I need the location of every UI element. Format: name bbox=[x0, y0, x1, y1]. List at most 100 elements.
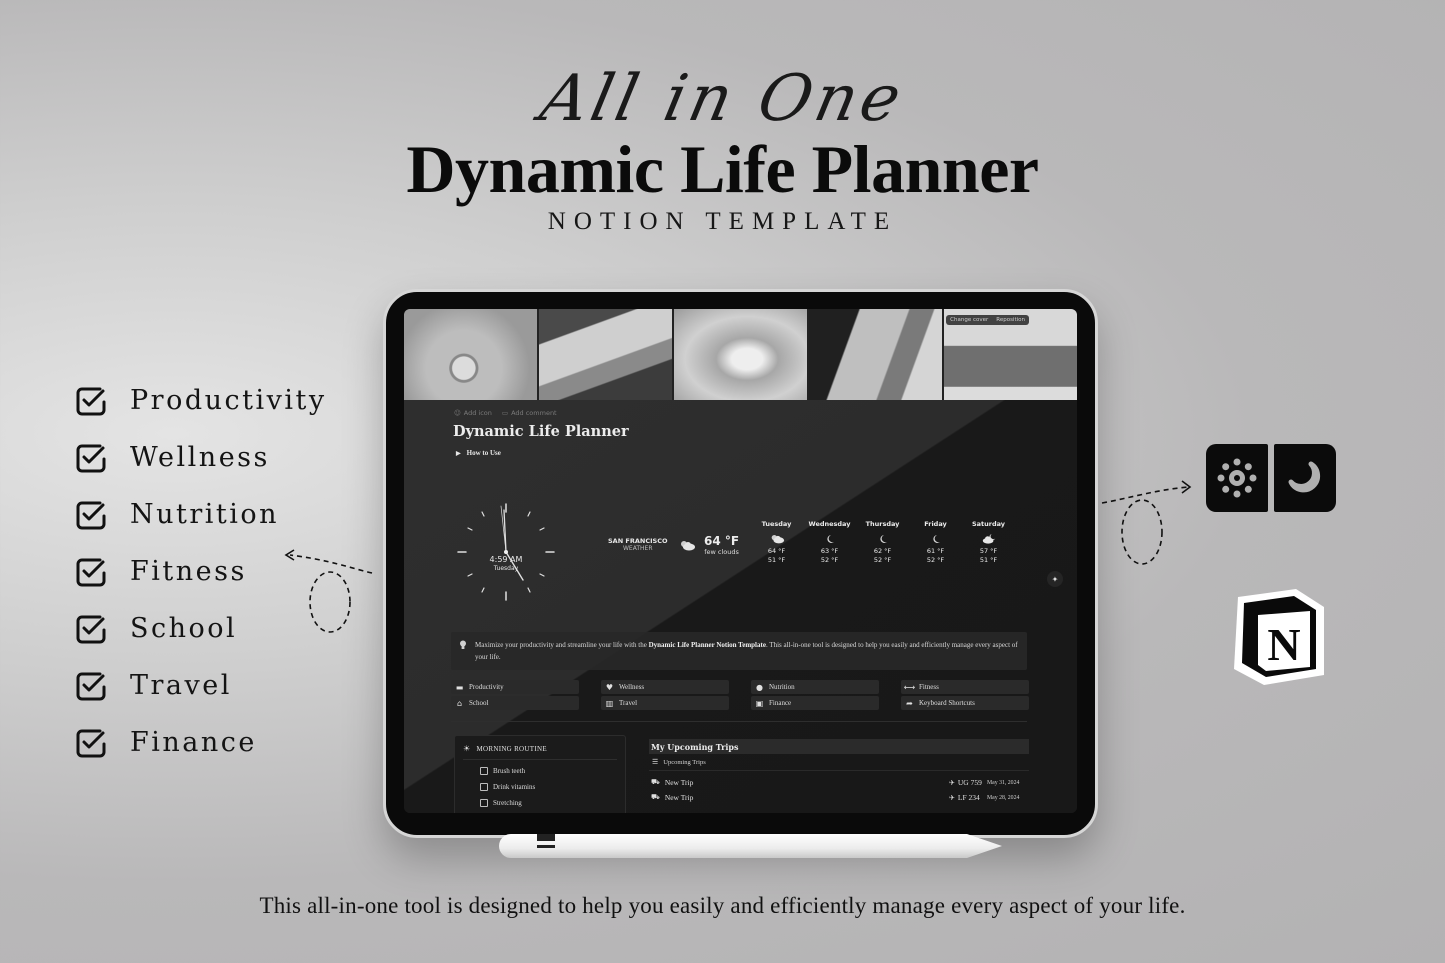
add-comment-button[interactable]: ▭ Add comment bbox=[502, 409, 557, 417]
callout-text: Maximize your productivity and streamlin… bbox=[475, 639, 1019, 663]
add-icon-button[interactable]: ☺ Add icon bbox=[454, 409, 492, 417]
checkbox-checked-icon bbox=[76, 387, 106, 415]
feature-label: School bbox=[130, 613, 238, 644]
feature-item: Productivity bbox=[74, 372, 327, 429]
sun-icon bbox=[1217, 458, 1257, 498]
trips-view-tab[interactable]: ☰ Upcoming Trips bbox=[649, 754, 1029, 771]
dashed-arrow-right-icon bbox=[1101, 480, 1192, 565]
sun-icon: ☀ bbox=[463, 744, 471, 753]
checkbox-unchecked-icon[interactable] bbox=[480, 799, 488, 807]
cover-photo-flowers-coffee bbox=[404, 309, 537, 400]
nav-link-travel[interactable]: ▥ Travel bbox=[601, 696, 729, 710]
nav-link-productivity[interactable]: ▬ Productivity bbox=[451, 680, 579, 694]
intro-callout: Maximize your productivity and streamlin… bbox=[451, 632, 1027, 670]
nav-link-fitness[interactable]: ⟷ Fitness bbox=[901, 680, 1029, 694]
ai-sparkle-button[interactable]: ✦ bbox=[1047, 571, 1063, 587]
notion-logo-icon: N bbox=[1234, 589, 1324, 685]
routine-item[interactable]: Stretching bbox=[480, 795, 625, 811]
page-title: Dynamic Life Planner bbox=[453, 423, 629, 440]
moon-icon bbox=[826, 534, 834, 543]
forecast-day: Tuesday 64 °F 51 °F bbox=[750, 520, 803, 565]
routine-item[interactable]: Brush teeth bbox=[480, 763, 625, 779]
bus-icon: ⛟ bbox=[651, 793, 660, 801]
feature-label: Productivity bbox=[130, 385, 327, 416]
nav-link-keyboard-shortcuts[interactable]: ➦ Keyboard Shortcuts bbox=[901, 696, 1029, 710]
weather-location: SAN FRANCISCO WEATHER bbox=[608, 537, 668, 552]
forecast-low: 52 °F bbox=[820, 556, 839, 564]
routine-item-label: Stretching bbox=[493, 799, 522, 807]
trip-name: New Trip bbox=[664, 793, 694, 802]
forecast-high: 64 °F bbox=[767, 547, 786, 555]
checkbox-checked-icon bbox=[76, 501, 106, 529]
change-cover-button[interactable]: Change cover bbox=[946, 315, 992, 325]
graduation-cap-icon: ⌂ bbox=[456, 698, 463, 708]
checkbox-checked-icon bbox=[76, 444, 106, 472]
theme-toggle[interactable] bbox=[1206, 444, 1336, 512]
routine-checklist: Brush teeth Drink vitamins Stretching bbox=[455, 760, 625, 811]
forecast-day-name: Thursday bbox=[865, 520, 900, 528]
moon-icon bbox=[1288, 461, 1321, 493]
nav-label: School bbox=[469, 699, 489, 707]
reposition-button[interactable]: Reposition bbox=[992, 315, 1029, 325]
share-arrow-icon: ➦ bbox=[906, 698, 913, 708]
dark-mode-button[interactable] bbox=[1274, 444, 1336, 512]
dumbbell-icon: ⟷ bbox=[903, 682, 916, 692]
trip-row[interactable]: ⛟ New Trip ✈ UG 759 May 31, 2024 bbox=[649, 775, 1029, 790]
weather-label: WEATHER bbox=[623, 545, 653, 552]
feature-label: Finance bbox=[130, 727, 257, 758]
nav-link-finance[interactable]: ▣ Finance bbox=[751, 696, 879, 710]
nav-label: Wellness bbox=[619, 683, 645, 691]
nav-label: Travel bbox=[619, 699, 638, 707]
forecast-day: Thursday 62 °F 52 °F bbox=[856, 520, 909, 565]
forecast-high: 62 °F bbox=[873, 547, 892, 555]
triangle-right-icon: ▶ bbox=[456, 450, 461, 457]
callout-text-start: Maximize your productivity and streamlin… bbox=[475, 641, 649, 649]
checkbox-checked-icon bbox=[76, 672, 106, 700]
forecast-low: 52 °F bbox=[873, 556, 892, 564]
toggle-label: How to Use bbox=[466, 449, 501, 457]
trips-title: My Upcoming Trips bbox=[649, 739, 1029, 754]
forecast-day-name: Friday bbox=[924, 520, 947, 528]
section-nav-grid: ▬ Productivity ♥ Wellness ● Nutrition ⟷ Fitn… bbox=[451, 680, 1029, 710]
money-bill-icon: ▣ bbox=[755, 698, 764, 708]
forecast-high: 63 °F bbox=[820, 547, 839, 555]
cloudy-moon-icon bbox=[982, 534, 995, 544]
feature-item: Nutrition bbox=[74, 486, 327, 543]
trip-date: May 28, 2024 bbox=[987, 794, 1020, 801]
forecast-day-name: Saturday bbox=[971, 520, 1006, 528]
routine-item[interactable]: Drink vitamins bbox=[480, 779, 625, 795]
cover-controls: Change cover Reposition bbox=[946, 315, 1029, 325]
forecast-day: Saturday 57 °F 51 °F bbox=[962, 520, 1015, 565]
checkbox-unchecked-icon[interactable] bbox=[480, 767, 488, 775]
airplane-icon: ✈ bbox=[949, 778, 955, 787]
checkbox-unchecked-icon[interactable] bbox=[480, 783, 488, 791]
forecast-day-name: Wednesday bbox=[808, 520, 851, 528]
trip-flight: LF 234 bbox=[957, 793, 980, 802]
dashed-arrow-left-icon bbox=[284, 549, 373, 633]
forecast-day: Wednesday 63 °F 52 °F bbox=[803, 520, 856, 565]
subtitle: NOTION TEMPLATE bbox=[547, 208, 898, 235]
svg-text:N: N bbox=[1267, 619, 1300, 670]
forecast-high: 61 °F bbox=[926, 547, 945, 555]
checkbox-checked-icon bbox=[76, 615, 106, 643]
add-comment-label: Add comment bbox=[511, 409, 557, 417]
clock-day: Tuesday bbox=[493, 565, 519, 572]
partly-cloudy-icon bbox=[681, 541, 695, 551]
checkbox-checked-icon bbox=[76, 558, 106, 586]
how-to-use-toggle[interactable]: ▶ How to Use bbox=[456, 449, 501, 457]
page-meta-actions: ☺ Add icon ▭ Add comment bbox=[454, 409, 557, 417]
nav-link-nutrition[interactable]: ● Nutrition bbox=[751, 680, 879, 694]
nav-link-school[interactable]: ⌂ School bbox=[451, 696, 579, 710]
nav-link-wellness[interactable]: ♥ Wellness bbox=[601, 680, 729, 694]
light-mode-button[interactable] bbox=[1206, 444, 1268, 512]
checkbox-checked-icon bbox=[76, 729, 106, 757]
nav-label: Fitness bbox=[919, 683, 939, 691]
cover-photo-laptop bbox=[809, 309, 942, 400]
notion-page-screen: Change cover Reposition ☺ Add icon ▭ Add c… bbox=[404, 309, 1077, 813]
analog-clock-widget bbox=[457, 503, 555, 601]
feature-label: Travel bbox=[130, 670, 232, 701]
clock-time: 4:59 AM bbox=[489, 555, 523, 564]
trip-row[interactable]: ⛟ New Trip ✈ LF 234 May 28, 2024 bbox=[649, 790, 1029, 805]
weather-forecast: Tuesday 64 °F 51 °F Wednesday 63 °F 52 °… bbox=[750, 520, 1015, 565]
forecast-low: 51 °F bbox=[979, 556, 998, 564]
